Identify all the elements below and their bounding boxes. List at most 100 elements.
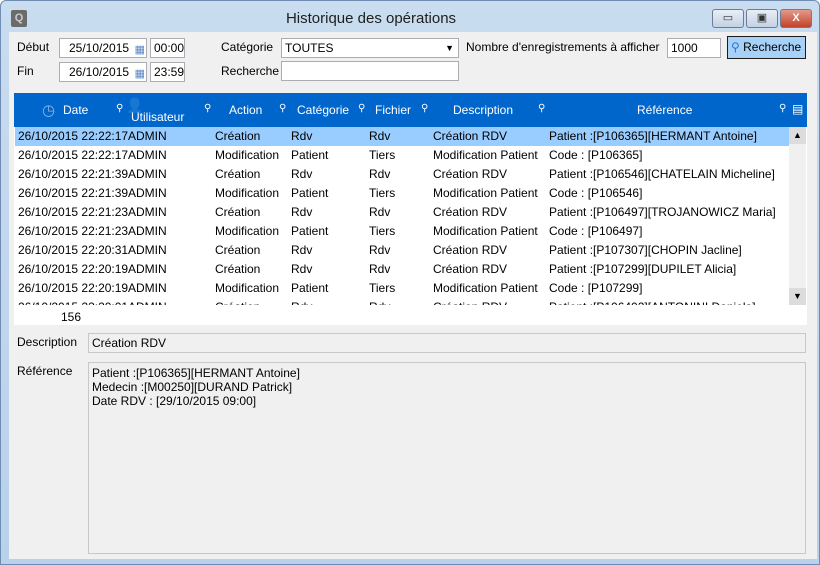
nombre-input[interactable]: 1000 [667,38,721,58]
filter-icon[interactable]: ⚲ [116,103,126,114]
table-row[interactable]: 26/10/2015 22:21:23 ADMIN Création Rdv Rdv Cr… [15,203,789,222]
cell-categorie: Patient [291,224,329,238]
debut-date-input[interactable]: 25/10/2015 ▦ [59,38,147,58]
cell-action: Création [215,129,261,143]
cell-reference: Patient :[P107299][DUPILET Alicia] [549,262,737,276]
cell-description: Création RDV [433,167,508,181]
column-chooser-icon[interactable]: ▤ [792,102,803,116]
cell-utilisateur: ADMIN [128,148,167,162]
cell-reference: Code : [P106365] [549,148,643,162]
reference-label: Référence [17,364,73,378]
cell-fichier: Tiers [369,281,396,295]
debut-date-value: 25/10/2015 [69,41,130,55]
recherche-button[interactable]: ⚲ Recherche [727,36,806,59]
cell-categorie: Rdv [291,205,313,219]
categorie-select[interactable]: TOUTES ▼ [281,38,459,58]
operations-grid: ◷ Date ⚲ 👤 Utilisateur ⚲ Action ⚲ Catégo… [14,93,807,325]
vertical-scrollbar[interactable]: ▲ ▼ [789,127,806,305]
table-row[interactable]: 26/10/2015 22:21:23 ADMIN Modification Pati… [15,222,789,241]
calendar-icon[interactable]: ▦ [135,41,145,59]
debut-time-input[interactable]: 00:00 [150,38,185,58]
description-field[interactable]: Création RDV [88,333,806,353]
fin-time-input[interactable]: 23:59 [150,62,185,82]
cell-date: 26/10/2015 22:20:31 [18,243,129,257]
chevron-down-icon[interactable]: ▼ [445,39,454,57]
cell-reference: Patient :[P106402][ANTONINI Daniela] [549,298,756,305]
cell-utilisateur: ADMIN [128,205,167,219]
cell-date: 26/10/2015 22:21:23 [18,205,129,219]
maximize-button[interactable]: ▣ [746,9,778,28]
cell-categorie: Rdv [291,298,312,305]
table-row[interactable]: 26/10/2015 22:20:31 ADMIN Création Rdv Rdv Cr… [15,241,789,260]
filter-icon[interactable]: ⚲ [779,103,789,114]
categorie-label: Catégorie [221,40,274,54]
cell-action: Création [215,262,261,276]
reference-textarea[interactable]: Patient :[P106365][HERMANT Antoine] Mede… [88,362,806,554]
column-date[interactable]: Date [63,103,88,117]
column-description[interactable]: Description [453,103,513,117]
table-row[interactable]: 26/10/2015 22:22:17 ADMIN Création Rdv Rdv Cr… [15,127,789,146]
clock-icon: ◷ [42,102,56,119]
fin-label: Fin [17,64,34,78]
cell-reference: Patient :[P106365][HERMANT Antoine] [549,129,757,143]
cell-action: Création [215,167,261,181]
description-label: Description [17,335,78,349]
cell-reference: Code : [P106497] [549,224,643,238]
cell-description: Modification Patient [433,281,538,295]
filter-icon[interactable]: ⚲ [421,103,431,114]
table-row[interactable]: 26/10/2015 22:20:19 ADMIN Création Rdv Rdv Cr… [15,260,789,279]
cell-categorie: Rdv [291,129,313,143]
record-count: 156 [61,310,82,324]
close-button[interactable]: X [780,9,812,28]
column-categorie[interactable]: Catégorie [297,103,349,117]
column-reference[interactable]: Référence [637,103,692,117]
cell-utilisateur: ADMIN [128,224,167,238]
cell-categorie: Rdv [291,243,313,257]
cell-action: Modification [215,148,280,162]
cell-date: 26/10/2015 22:21:23 [18,224,129,238]
cell-fichier: Rdv [369,298,390,305]
fin-date-input[interactable]: 26/10/2015 ▦ [59,62,147,82]
recherche-input[interactable] [281,61,459,81]
cell-action: Création [215,243,261,257]
cell-fichier: Tiers [369,186,396,200]
cell-reference: Code : [P107299] [549,281,643,295]
table-row[interactable]: 26/10/2015 22:20:19 ADMIN Modification Pati… [15,279,789,298]
cell-categorie: Patient [291,186,329,200]
cell-action: Modification [215,224,280,238]
filter-icon[interactable]: ⚲ [538,103,548,114]
filter-icon[interactable]: ⚲ [358,103,368,114]
table-row[interactable]: 26/10/2015 22:20:01ADMIN Création Rdv Rdv Cr… [15,298,789,305]
column-utilisateur[interactable]: Utilisateur [131,110,184,124]
cell-utilisateur: ADMIN [128,167,167,181]
grid-body: 26/10/2015 22:22:17 ADMIN Création Rdv Rdv Cr… [14,127,789,305]
reference-line: Date RDV : [29/10/2015 09:00] [92,394,257,408]
column-fichier[interactable]: Fichier [375,103,411,117]
cell-fichier: Rdv [369,167,391,181]
table-row[interactable]: 26/10/2015 22:21:39 ADMIN Création Rdv Rdv Cr… [15,165,789,184]
cell-fichier: Rdv [369,243,391,257]
cell-description: Modification Patient [433,186,538,200]
filter-icon[interactable]: ⚲ [279,103,289,114]
cell-utilisateur: ADMIN [128,298,167,305]
column-action[interactable]: Action [229,103,262,117]
cell-date: 26/10/2015 22:20:19 [18,262,129,276]
cell-categorie: Patient [291,281,329,295]
cell-action: Création [215,205,261,219]
scroll-down-icon[interactable]: ▼ [789,288,806,305]
cell-utilisateur: ADMIN [128,281,167,295]
calendar-icon[interactable]: ▦ [135,65,145,83]
cell-categorie: Rdv [291,167,313,181]
cell-date: 26/10/2015 22:20:01 [18,298,128,305]
cell-fichier: Rdv [369,262,391,276]
cell-action: Modification [215,281,280,295]
table-row[interactable]: 26/10/2015 22:21:39 ADMIN Modification Pati… [15,184,789,203]
cell-categorie: Patient [291,148,329,162]
scroll-up-icon[interactable]: ▲ [789,127,806,144]
minimize-button[interactable]: ▭ [712,9,744,28]
table-row[interactable]: 26/10/2015 22:22:17 ADMIN Modification Pati… [15,146,789,165]
cell-reference: Patient :[P106546][CHATELAIN Micheline] [549,167,775,181]
filter-icon[interactable]: ⚲ [204,103,214,114]
cell-date: 26/10/2015 22:21:39 [18,167,129,181]
nombre-label: Nombre d'enregistrements à afficher [466,40,660,54]
